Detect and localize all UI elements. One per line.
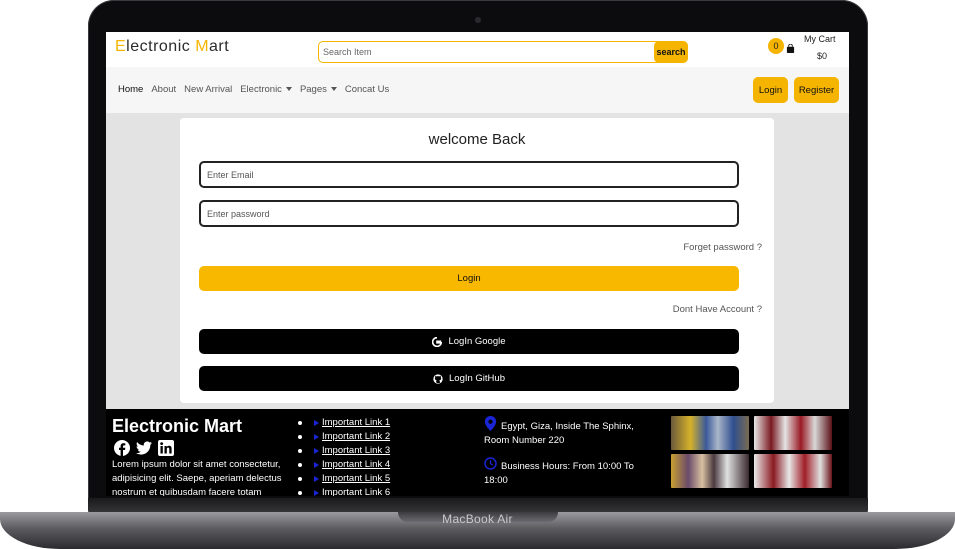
footer-address-text: Egypt, Giza, Inside The Sphinx, Room Num… [484, 421, 634, 446]
footer-hours: Business Hours: From 10:00 To 18:00 [484, 456, 644, 488]
footer-link-item: Important Link 1 [298, 416, 390, 430]
arrow-right-icon [314, 448, 319, 454]
brand-logo[interactable]: Electronic Mart [115, 38, 229, 56]
password-field[interactable] [199, 200, 739, 227]
screen: Electronic Mart search 0 My Cart $0 Home… [106, 32, 849, 496]
login-card-title: welcome Back [428, 131, 526, 148]
bullet-icon [298, 421, 302, 425]
login-nav-button[interactable]: Login [753, 77, 788, 103]
footer-link-2[interactable]: Important Link 2 [322, 430, 390, 444]
brand-text-2: art [209, 38, 230, 55]
brand-letter-m: M [195, 38, 210, 55]
nav-item-pages-label: Pages [299, 84, 327, 95]
clock-icon [484, 457, 497, 470]
gallery-image[interactable] [671, 454, 749, 488]
footer: Electronic Mart Lorem ipsum dolor sit am… [106, 409, 849, 496]
cart-total: $0 [817, 51, 828, 61]
device-model-label: MacBook Air [442, 512, 513, 526]
footer-links: Important Link 1 Important Link 2 Import… [298, 416, 390, 496]
footer-link-item: Important Link 4 [298, 458, 390, 472]
chevron-down-icon [330, 87, 337, 92]
search-box: search [318, 41, 688, 63]
login-google-button[interactable]: LogIn Google [199, 329, 739, 354]
nav-item-new-arrival[interactable]: New Arrival [184, 84, 232, 95]
nav-links: Home About New Arrival Electronic Pages … [118, 84, 389, 95]
bullet-icon [298, 477, 302, 481]
nav-item-pages[interactable]: Pages [300, 84, 337, 95]
nav-item-electronic[interactable]: Electronic [240, 84, 292, 95]
search-button[interactable]: search [654, 41, 688, 63]
footer-link-3[interactable]: Important Link 3 [322, 444, 390, 458]
shopping-bag-icon[interactable] [786, 44, 795, 53]
arrow-right-icon [314, 490, 319, 496]
camera-icon [475, 17, 481, 23]
bullet-icon [298, 463, 302, 467]
arrow-right-icon [314, 462, 319, 468]
cart-title[interactable]: My Cart [804, 34, 836, 44]
bullet-icon [298, 449, 302, 453]
brand-letter-e: E [115, 38, 127, 55]
login-google-label: LogIn Google [448, 336, 506, 347]
nav-item-home[interactable]: Home [118, 84, 143, 95]
footer-link-item: Important Link 6 [298, 486, 390, 496]
location-pin-icon [484, 416, 497, 431]
footer-brand: Electronic Mart [112, 416, 243, 436]
nav-item-electronic-label: Electronic [240, 84, 282, 95]
footer-address: Egypt, Giza, Inside The Sphinx, Room Num… [484, 416, 644, 448]
footer-link-5[interactable]: Important Link 5 [322, 472, 390, 486]
footer-gallery [671, 416, 832, 488]
top-header: Electronic Mart search 0 My Cart $0 [106, 32, 849, 67]
arrow-right-icon [314, 434, 319, 440]
bullet-icon [298, 435, 302, 439]
bullet-icon [298, 491, 302, 495]
search-input[interactable] [323, 44, 643, 60]
twitter-icon[interactable] [136, 440, 152, 456]
main-navbar: Home About New Arrival Electronic Pages … [106, 67, 849, 113]
login-button[interactable]: Login [199, 266, 739, 291]
footer-link-4[interactable]: Important Link 4 [322, 458, 390, 472]
footer-link-item: Important Link 2 [298, 430, 390, 444]
footer-hours-text: Business Hours: From 10:00 To 18:00 [484, 461, 634, 486]
login-github-label: LogIn GitHub [449, 373, 505, 384]
cart-count-badge[interactable]: 0 [768, 38, 784, 54]
footer-socials [114, 440, 174, 456]
arrow-right-icon [314, 476, 319, 482]
google-icon [432, 336, 443, 347]
brand-text-1: lectronic [126, 38, 196, 55]
nav-item-contact[interactable]: Concat Us [345, 84, 389, 95]
footer-link-1[interactable]: Important Link 1 [322, 416, 390, 430]
github-icon [433, 373, 443, 384]
footer-link-6[interactable]: Important Link 6 [322, 486, 390, 496]
footer-link-item: Important Link 3 [298, 444, 390, 458]
chevron-down-icon [285, 87, 292, 92]
gallery-image[interactable] [754, 416, 832, 450]
no-account-link[interactable]: Dont Have Account ? [673, 304, 762, 315]
gallery-image[interactable] [754, 454, 832, 488]
login-card: welcome Back Forget password ? Login Don… [180, 118, 774, 403]
login-github-button[interactable]: LogIn GitHub [199, 366, 739, 391]
arrow-right-icon [314, 420, 319, 426]
footer-link-item: Important Link 5 [298, 472, 390, 486]
gallery-image[interactable] [671, 416, 749, 450]
linkedin-icon[interactable] [158, 440, 174, 456]
email-field[interactable] [199, 161, 739, 188]
footer-description: Lorem ipsum dolor sit amet consectetur, … [112, 459, 282, 496]
nav-item-about[interactable]: About [151, 84, 176, 95]
facebook-icon[interactable] [114, 440, 130, 456]
forget-password-link[interactable]: Forget password ? [683, 242, 762, 253]
register-nav-button[interactable]: Register [794, 77, 839, 103]
